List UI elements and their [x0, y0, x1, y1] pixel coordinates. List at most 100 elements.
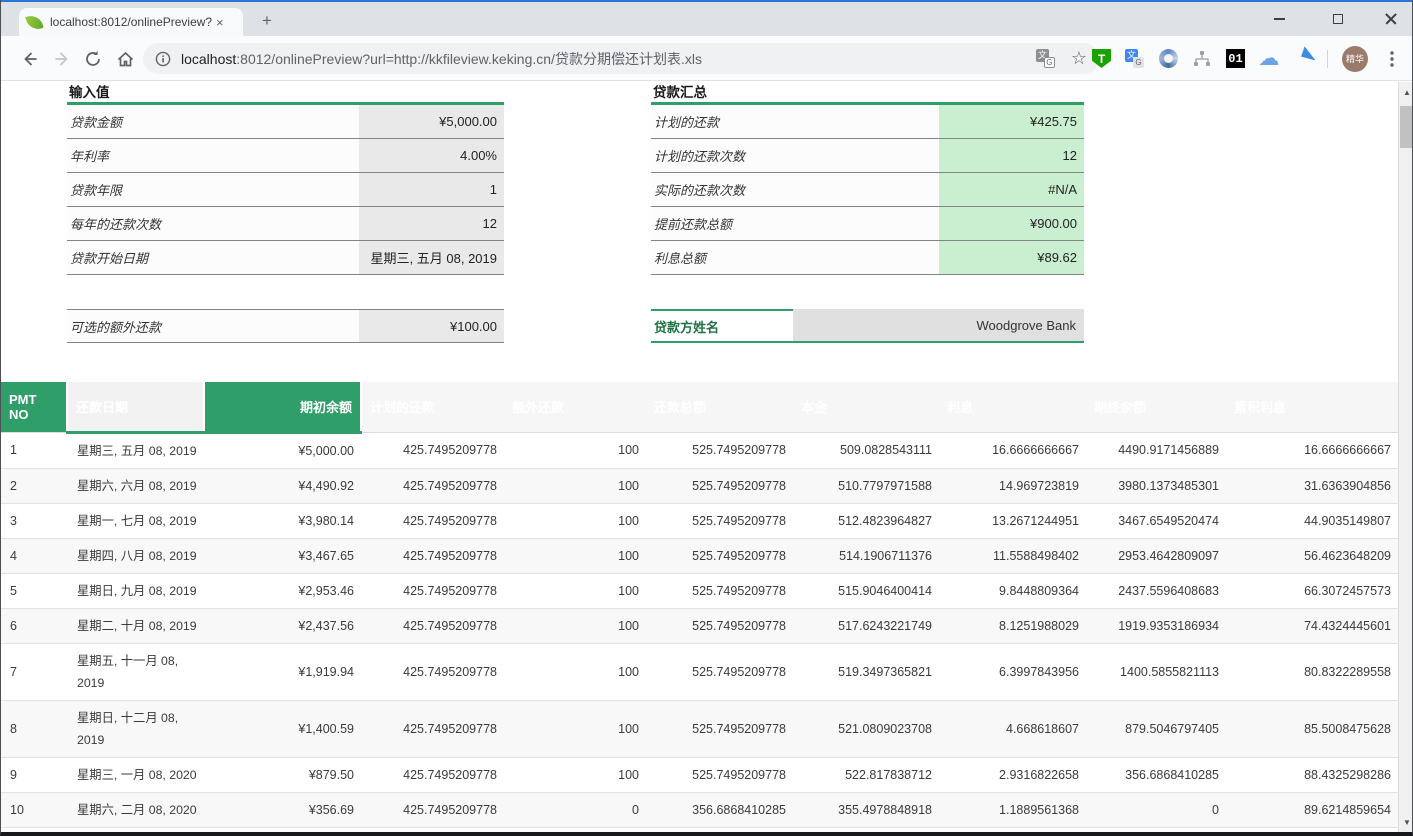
cloud-extension-icon[interactable]: ☁ — [1259, 49, 1279, 69]
amortization-cell: 522.817838712 — [793, 757, 939, 792]
row-value: ¥100.00 — [359, 310, 504, 342]
leaf-favicon-icon — [25, 13, 43, 31]
back-button[interactable] — [17, 47, 41, 71]
summary-title: 贷款汇总 — [651, 84, 1084, 105]
info-icon[interactable] — [155, 51, 171, 67]
address-bar[interactable]: localhost:8012/onlinePreview?url=http://… — [143, 43, 1099, 74]
summary-row: 实际的还款次数#N/A — [651, 173, 1084, 207]
amortization-cell: 425.7495209778 — [361, 643, 504, 700]
close-button[interactable] — [1384, 12, 1398, 26]
amortization-header-cell: 期终余额 — [1086, 382, 1226, 432]
summary-row: 贷款开始日期星期三, 五月 08, 2019 — [67, 241, 504, 275]
amortization-cell: 星期二, 十月 08, 2019 — [67, 608, 204, 643]
amortization-cell: 56.4623648209 — [1226, 538, 1398, 573]
amortization-cell: 1400.5855821113 — [1086, 643, 1226, 700]
amortization-cell: 10 — [1, 792, 67, 827]
bird-extension-icon[interactable] — [1293, 49, 1313, 69]
amortization-cell: 4490.9171456889 — [1086, 432, 1226, 468]
row-label: 贷款开始日期 — [67, 241, 359, 274]
amortization-cell: 88.4325298286 — [1226, 757, 1398, 792]
scroll-up-icon[interactable]: ▲ — [1399, 84, 1413, 100]
amortization-cell: 517.6243221749 — [793, 608, 939, 643]
amortization-cell: 44.9035149807 — [1226, 503, 1398, 538]
amortization-cell: 512.4823964827 — [793, 503, 939, 538]
toolbar-separator — [1327, 50, 1328, 68]
url-text[interactable]: localhost:8012/onlinePreview?url=http://… — [181, 49, 1036, 69]
amortization-cell: 515.9046400414 — [793, 573, 939, 608]
amortization-cell: 星期六, 六月 08, 2019 — [67, 468, 204, 503]
browser-tab[interactable]: localhost:8012/onlinePreview? × — [19, 8, 243, 36]
amortization-cell: 525.7495209778 — [646, 503, 793, 538]
amortization-cell: 100 — [504, 608, 646, 643]
amortization-cell: ¥3,467.65 — [204, 538, 361, 573]
swirl-extension-icon[interactable] — [1159, 49, 1178, 68]
amortization-cell: 525.7495209778 — [646, 608, 793, 643]
amortization-cell: ¥356.69 — [204, 792, 361, 827]
browser-window: localhost:8012/onlinePreview? × + localh… — [0, 0, 1413, 836]
home-button[interactable] — [113, 47, 137, 71]
amortization-cell: 星期一, 七月 08, 2019 — [67, 503, 204, 538]
amortization-cell: 85.5008475628 — [1226, 700, 1398, 757]
amortization-cell: 525.7495209778 — [646, 700, 793, 757]
row-label: 计划的还款次数 — [651, 139, 939, 172]
row-value: ¥5,000.00 — [359, 105, 504, 138]
amortization-cell: 2953.4642809097 — [1086, 538, 1226, 573]
reload-button[interactable] — [81, 47, 105, 71]
amortization-cell: 100 — [504, 432, 646, 468]
amortization-cell: 2 — [1, 468, 67, 503]
new-tab-button[interactable]: + — [255, 10, 279, 34]
row-label: 实际的还款次数 — [651, 173, 939, 206]
row-label: 贷款金额 — [67, 105, 359, 138]
amortization-header-cell: PMT NO — [1, 382, 67, 432]
row-label: 每年的还款次数 — [67, 207, 359, 240]
tampermonkey-extension-icon[interactable]: T — [1092, 49, 1111, 68]
amortization-cell: 525.7495209778 — [646, 538, 793, 573]
tab-close-icon[interactable]: × — [216, 15, 224, 30]
minimize-button[interactable] — [1266, 6, 1292, 32]
row-value: 12 — [939, 139, 1084, 172]
row-label: 贷款方姓名 — [651, 309, 793, 341]
summary-row: 贷款金额¥5,000.00 — [67, 105, 504, 139]
amortization-cell: 100 — [504, 503, 646, 538]
amortization-cell: 879.5046797405 — [1086, 700, 1226, 757]
amortization-cell: 8 — [1, 700, 67, 757]
amortization-cell: 8.1251988029 — [939, 608, 1086, 643]
amortization-cell: 525.7495209778 — [646, 468, 793, 503]
proxy-tree-extension-icon[interactable] — [1192, 49, 1212, 69]
amortization-cell: 3980.1373485301 — [1086, 468, 1226, 503]
amortization-cell: ¥2,437.56 — [204, 608, 361, 643]
row-label: 利息总额 — [651, 241, 939, 274]
row-value: 4.00% — [359, 139, 504, 172]
vertical-scrollbar[interactable]: ▲ ▼ — [1398, 82, 1413, 832]
page-translate-icon[interactable]: 文 G — [1036, 49, 1055, 68]
amortization-cell: 3 — [1, 503, 67, 538]
row-value: 1 — [359, 173, 504, 206]
row-value: ¥89.62 — [939, 241, 1084, 274]
row-label: 贷款年限 — [67, 173, 359, 206]
profile-avatar[interactable]: 精华 — [1342, 46, 1368, 72]
amortization-cell: ¥879.50 — [204, 757, 361, 792]
maximize-button[interactable] — [1325, 6, 1351, 32]
bookmark-star-icon[interactable]: ☆ — [1071, 48, 1087, 69]
translate-extension-icon[interactable]: 文 G — [1125, 49, 1144, 68]
summary-row: 贷款年限1 — [67, 173, 504, 207]
amortization-cell: 星期三, 五月 08, 2019 — [67, 432, 204, 468]
amortization-cell: 6.3997843956 — [939, 643, 1086, 700]
amortization-cell: 2.9316822658 — [939, 757, 1086, 792]
menu-dots-icon[interactable] — [1382, 49, 1402, 69]
amortization-cell: 7 — [1, 643, 67, 700]
inputs-title: 输入值 — [67, 84, 504, 105]
amortization-cell: 521.0809023708 — [793, 700, 939, 757]
scrollbar-thumb[interactable] — [1400, 106, 1413, 148]
summary-row: 年利率4.00% — [67, 139, 504, 173]
amortization-cell: 星期日, 十二月 08, 2019 — [67, 700, 204, 757]
forward-button[interactable] — [51, 47, 75, 71]
amortization-cell: ¥3,980.14 — [204, 503, 361, 538]
amortization-cell: 4.668618607 — [939, 700, 1086, 757]
amortization-cell: 100 — [504, 757, 646, 792]
amortization-cell: 100 — [504, 573, 646, 608]
binary-extension-icon[interactable]: 01 — [1226, 49, 1245, 68]
amortization-cell: 509.0828543111 — [793, 432, 939, 468]
amortization-cell: 1919.9353186934 — [1086, 608, 1226, 643]
scroll-down-icon[interactable]: ▼ — [1399, 814, 1413, 830]
